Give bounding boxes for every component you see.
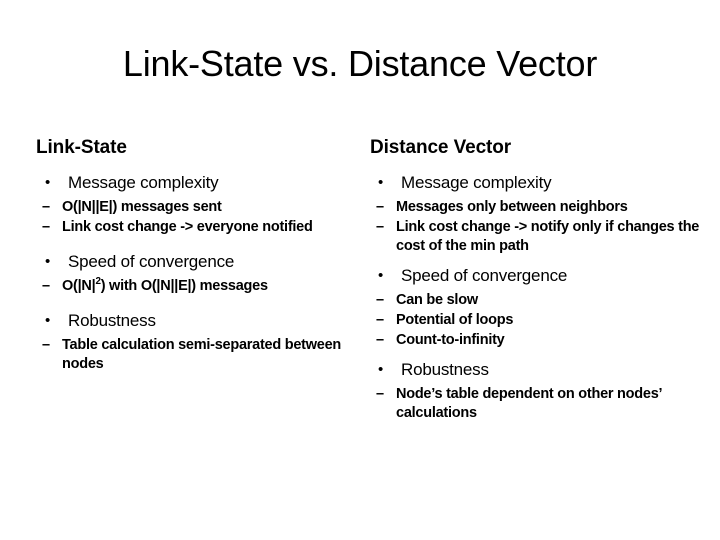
bullet-label: Message complexity bbox=[68, 173, 219, 192]
dash-marker-icon: – bbox=[376, 219, 384, 235]
sub-bullet-label: Can be slow bbox=[396, 292, 478, 308]
sub-bullet-list: – Table calculation semi-separated betwe… bbox=[36, 336, 366, 374]
bullet-marker-icon: • bbox=[378, 361, 384, 378]
sub-bullet-label: Count-to-infinity bbox=[396, 332, 505, 348]
page-title: Link-State vs. Distance Vector bbox=[122, 43, 598, 84]
sub-bullet-item: – Link cost change -> notify only if cha… bbox=[370, 218, 700, 256]
sub-bullet-label: Link cost change -> everyone notified bbox=[62, 219, 313, 235]
sub-bullet-label: O(|N|2) with O(|N||E|) messages bbox=[62, 277, 268, 294]
sub-bullet-item: – O(|N|2) with O(|N||E|) messages bbox=[36, 277, 366, 296]
dash-marker-icon: – bbox=[42, 199, 50, 215]
dash-marker-icon: – bbox=[376, 386, 384, 402]
dash-marker-icon: – bbox=[376, 312, 384, 328]
sub-bullet-item: – Can be slow bbox=[370, 291, 700, 310]
bullet-group-message-complexity: • Message complexity – Messages only bet… bbox=[370, 172, 700, 256]
sub-bullet-label: Potential of loops bbox=[396, 312, 514, 328]
sub-bullet-label: O(|N||E|) messages sent bbox=[62, 199, 222, 215]
bullet-message-complexity: • Message complexity bbox=[36, 172, 366, 194]
slide-canvas: Link-State vs. Distance Vector Link-Stat… bbox=[0, 0, 720, 540]
sub-bullet-list: – Can be slow – Potential of loops – Cou… bbox=[370, 291, 700, 350]
column-heading-distance-vector: Distance Vector bbox=[370, 137, 512, 158]
dash-marker-icon: – bbox=[42, 337, 50, 353]
bullet-robustness: • Robustness bbox=[36, 310, 366, 332]
sub-bullet-item: – Potential of loops bbox=[370, 311, 700, 330]
bullet-group-robustness: • Robustness – Table calculation semi-se… bbox=[36, 310, 366, 374]
bullet-marker-icon: • bbox=[45, 174, 51, 191]
bullet-robustness: • Robustness bbox=[370, 359, 700, 381]
bullet-label: Speed of convergence bbox=[68, 252, 235, 271]
sub-bullet-label: Link cost change -> notify only if chang… bbox=[396, 219, 700, 254]
sub-bullet-list: – Messages only between neighbors – Link… bbox=[370, 198, 700, 256]
bullet-speed-of-convergence: • Speed of convergence bbox=[370, 265, 700, 287]
sub-bullet-list: – O(|N||E|) messages sent – Link cost ch… bbox=[36, 198, 366, 237]
bullet-marker-icon: • bbox=[45, 312, 51, 329]
bullet-label: Robustness bbox=[401, 360, 489, 379]
sub-bullet-list: – Node’s table dependent on other nodes’… bbox=[370, 385, 700, 423]
sub-bullet-item: – Table calculation semi-separated betwe… bbox=[36, 336, 366, 374]
bullet-list-distance-vector: • Message complexity – Messages only bet… bbox=[370, 172, 700, 423]
column-link-state: Link-State • Message complexity – O(|N||… bbox=[36, 136, 366, 375]
bullet-marker-icon: • bbox=[378, 174, 384, 191]
sub-bullet-item: – O(|N||E|) messages sent bbox=[36, 198, 366, 217]
bullet-marker-icon: • bbox=[45, 253, 51, 270]
sub-bullet-item: – Count-to-infinity bbox=[370, 331, 700, 350]
bullet-label: Robustness bbox=[68, 311, 156, 330]
dash-marker-icon: – bbox=[42, 219, 50, 235]
sub-bullet-item: – Link cost change -> everyone notified bbox=[36, 218, 366, 237]
bullet-message-complexity: • Message complexity bbox=[370, 172, 700, 194]
complexity-base: O(|N| bbox=[62, 278, 96, 294]
bullet-list-link-state: • Message complexity – O(|N||E|) message… bbox=[36, 172, 366, 374]
dash-marker-icon: – bbox=[42, 278, 50, 294]
sub-bullet-label: Messages only between neighbors bbox=[396, 199, 628, 215]
sub-bullet-label: Node’s table dependent on other nodes’ c… bbox=[396, 386, 662, 421]
bullet-label: Speed of convergence bbox=[401, 266, 568, 285]
sub-bullet-label: Table calculation semi-separated between… bbox=[62, 337, 342, 372]
bullet-speed-of-convergence: • Speed of convergence bbox=[36, 251, 366, 273]
dash-marker-icon: – bbox=[376, 199, 384, 215]
column-distance-vector: Distance Vector • Message complexity – M… bbox=[370, 136, 700, 424]
bullet-label: Message complexity bbox=[401, 173, 552, 192]
bullet-group-speed-of-convergence: • Speed of convergence – O(|N|2) with O(… bbox=[36, 251, 366, 296]
bullet-group-message-complexity: • Message complexity – O(|N||E|) message… bbox=[36, 172, 366, 237]
bullet-marker-icon: • bbox=[378, 267, 384, 284]
dash-marker-icon: – bbox=[376, 292, 384, 308]
dash-marker-icon: – bbox=[376, 332, 384, 348]
bullet-group-speed-of-convergence: • Speed of convergence – Can be slow – P… bbox=[370, 265, 700, 350]
complexity-tail: ) with O(|N||E|) messages bbox=[100, 278, 268, 294]
sub-bullet-item: – Messages only between neighbors bbox=[370, 198, 700, 217]
bullet-group-robustness: • Robustness – Node’s table dependent on… bbox=[370, 359, 700, 423]
sub-bullet-item: – Node’s table dependent on other nodes’… bbox=[370, 385, 700, 423]
sub-bullet-list: – O(|N|2) with O(|N||E|) messages bbox=[36, 277, 366, 296]
column-heading-link-state: Link-State bbox=[36, 137, 127, 158]
